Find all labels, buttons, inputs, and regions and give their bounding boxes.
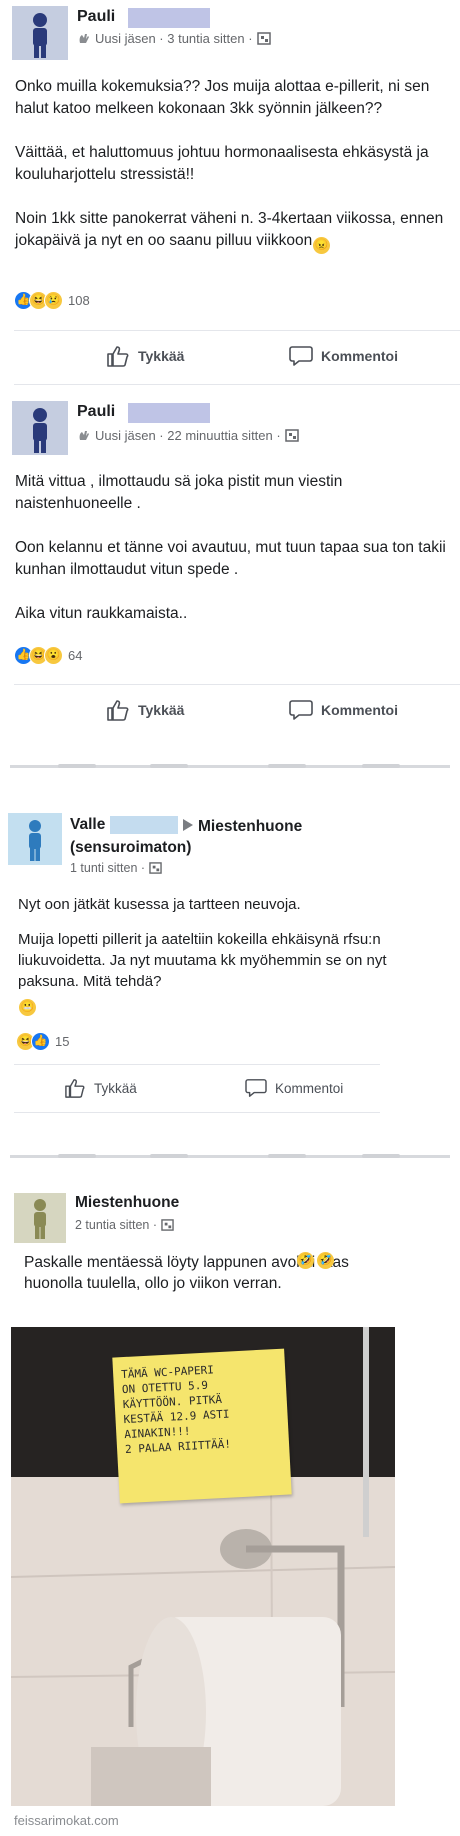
group-privacy-icon: [284, 429, 299, 442]
post-meta: 1 tunti sitten ·: [70, 861, 162, 875]
post-paragraph: Onko muilla kokemuksia?? Jos muija alott…: [15, 78, 430, 117]
comment-button[interactable]: Kommentoi: [245, 1078, 343, 1098]
comment-bubble-icon: [245, 1079, 267, 1097]
separator-dash: [268, 764, 306, 768]
divider: [14, 330, 460, 331]
post-meta: Uusi jäsen · 3 tuntia sitten ·: [77, 31, 271, 46]
post-body: Nyt oon jätkät kusessa ja tartteen neuvo…: [18, 894, 388, 1016]
post-meta: 2 tuntia sitten ·: [75, 1218, 174, 1232]
new-member-hand-icon: [79, 33, 89, 43]
comment-button[interactable]: Kommentoi: [289, 699, 398, 721]
page-name[interactable]: Miestenhuone: [75, 1194, 179, 1212]
wow-reaction-icon: 😮: [44, 646, 63, 665]
post-meta: Uusi jäsen · 22 minuuttia sitten ·: [77, 428, 299, 443]
author-avatar[interactable]: [12, 6, 68, 60]
watermark: feissarimokat.com: [14, 1813, 119, 1828]
like-button[interactable]: Tykkää: [106, 345, 184, 367]
thumbs-up-icon: [107, 346, 129, 367]
separator-dash: [268, 1154, 306, 1158]
author-name[interactable]: Pauli: [77, 403, 115, 421]
comment-bubble-icon: [289, 700, 313, 720]
new-member-hand-icon: [79, 430, 89, 440]
rofl-emoji-icon: 🤣: [317, 1252, 334, 1269]
person-silhouette-icon: [33, 408, 47, 453]
separator-dash: [150, 1154, 188, 1158]
group-privacy-icon: [256, 32, 271, 45]
sad-reaction-icon: 😢: [44, 291, 63, 310]
separator-dash: [58, 1154, 96, 1158]
reaction-summary[interactable]: 👍 😆 😮 64: [14, 646, 82, 665]
rofl-emoji-icon: 🤣: [297, 1252, 314, 1269]
divider: [14, 1112, 380, 1113]
reaction-count: 15: [55, 1034, 70, 1049]
like-reaction-icon: 👍: [31, 1032, 50, 1051]
group-name[interactable]: Miestenhuone (sensuroimaton): [70, 816, 340, 858]
separator-dash: [150, 764, 188, 768]
group-privacy-icon: [149, 862, 162, 874]
like-button[interactable]: Tykkää: [106, 699, 184, 721]
divider: [14, 1064, 380, 1065]
like-button[interactable]: Tykkää: [64, 1078, 137, 1098]
author-avatar[interactable]: [8, 813, 62, 865]
person-silhouette-icon: [34, 1199, 46, 1239]
reaction-count: 64: [68, 648, 83, 663]
post-paragraph: Oon kelannu et tänne voi avautuu, mut tu…: [15, 539, 446, 578]
thumbs-up-icon: [107, 700, 129, 721]
angry-emoji-icon: 😠: [313, 237, 331, 254]
person-silhouette-icon: [33, 13, 47, 58]
handwritten-note: TÄMÄ WC-PAPERI ON OTETTU 5.9 KÄYTTÖÖN. P…: [112, 1348, 292, 1504]
post-body: Onko muilla kokemuksia?? Jos muija alott…: [15, 76, 455, 276]
page-avatar[interactable]: [14, 1193, 66, 1243]
post-paragraph: Nyt oon jätkät kusessa ja tartteen neuvo…: [18, 896, 301, 913]
comment-button[interactable]: Kommentoi: [289, 345, 398, 367]
author-name[interactable]: Pauli: [77, 8, 115, 26]
post-body: Paskalle mentäessä löyty lappunen avokki…: [24, 1252, 354, 1294]
redacted-surname: [128, 403, 210, 423]
person-silhouette-icon: [29, 820, 41, 861]
divider: [14, 684, 460, 685]
post-paragraph: Muija lopetti pillerit ja aateltiin koke…: [18, 931, 387, 990]
reaction-count: 108: [68, 293, 90, 308]
author-avatar[interactable]: [12, 401, 68, 455]
reaction-summary[interactable]: 👍 😆 😢 108: [14, 291, 90, 310]
post-paragraph: Aika vitun raukkamaista..: [15, 605, 188, 622]
post-body: Mitä vittua , ilmottaudu sä joka pistit …: [15, 471, 455, 647]
group-privacy-icon: [161, 1219, 174, 1231]
comment-bubble-icon: [289, 346, 313, 366]
post-paragraph: Väittää, et haluttomuus johtuu hormonaal…: [15, 144, 429, 183]
reaction-summary[interactable]: 😆 👍 15: [16, 1032, 69, 1051]
separator-dash: [362, 764, 400, 768]
post-paragraph: Noin 1kk sitte panokerrat väheni n. 3-4k…: [15, 210, 444, 249]
redacted-surname: [128, 8, 210, 28]
thumbs-up-icon: [65, 1079, 85, 1098]
separator-dash: [58, 764, 96, 768]
separator-dash: [362, 1154, 400, 1158]
divider: [14, 384, 460, 385]
grimace-emoji-icon: 😬: [19, 999, 36, 1016]
post-paragraph: Mitä vittua , ilmottaudu sä joka pistit …: [15, 473, 343, 512]
